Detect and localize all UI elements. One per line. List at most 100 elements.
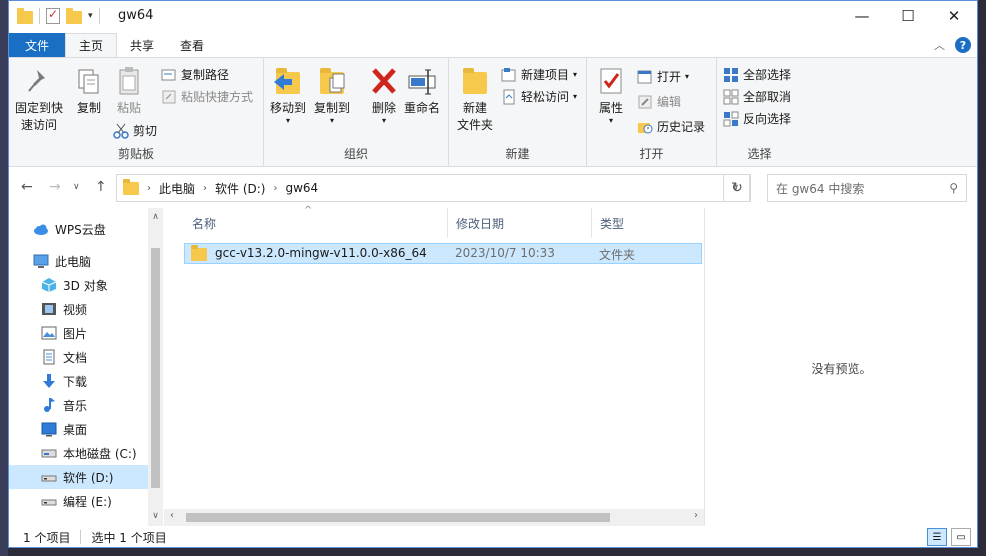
folder-icon: [123, 178, 139, 195]
window-title: gw64: [118, 8, 154, 23]
breadcrumb-this-pc[interactable]: 此电脑: [159, 180, 195, 197]
folder-icon: [191, 245, 207, 261]
invert-selection-button[interactable]: 反向选择: [723, 110, 791, 127]
maximize-button[interactable]: ☐: [885, 1, 931, 31]
scroll-left-icon[interactable]: ‹: [170, 510, 174, 521]
tab-file[interactable]: 文件: [9, 33, 65, 57]
nav-item-3d-objects[interactable]: 3D 对象: [9, 273, 148, 297]
easy-access-button[interactable]: 轻松访问 ▾: [501, 88, 577, 105]
hscrollbar-thumb[interactable]: [186, 513, 610, 522]
scroll-right-icon[interactable]: ›: [694, 510, 698, 521]
new-group: 新建 文件夹 新建项目 ▾ 轻松访问 ▾ 新建: [449, 58, 587, 166]
properties-icon[interactable]: [46, 7, 60, 24]
history-button[interactable]: 历史记录: [637, 118, 705, 135]
nav-item-this-pc[interactable]: 此电脑: [9, 249, 148, 273]
paste-label: 粘贴: [116, 101, 141, 115]
nav-label: 视频: [63, 302, 88, 317]
nav-item-videos[interactable]: 视频: [9, 297, 148, 321]
new-folder-icon[interactable]: [66, 7, 82, 24]
divider: [80, 530, 82, 544]
refresh-button[interactable]: ↻: [723, 174, 751, 202]
nav-label: WPS云盘: [55, 222, 106, 237]
select-none-button[interactable]: 全部取消: [723, 88, 791, 105]
breadcrumb-gw64[interactable]: gw64: [285, 181, 318, 195]
rename-label: 重命名: [404, 101, 441, 115]
desktop-icon: [41, 421, 57, 437]
edit-icon: [637, 94, 653, 110]
pin-quick-access-button[interactable]: 固定到快 速访问: [15, 64, 63, 134]
paste-shortcut-button[interactable]: 粘贴快捷方式: [161, 88, 253, 105]
download-icon: [41, 373, 57, 389]
back-icon[interactable]: ←: [21, 179, 33, 195]
file-list: ^ 名称 修改日期 类型 gcc-v13.2.0-mingw-v11.0.0-x…: [164, 205, 704, 526]
column-header-name[interactable]: 名称: [184, 208, 448, 238]
nav-scrollbar[interactable]: ∧ ∨: [148, 208, 163, 526]
pin-label-line2: 速访问: [21, 118, 58, 132]
copy-button[interactable]: 复制: [73, 64, 105, 117]
clipboard-group: 固定到快 速访问 复制 粘贴 复制路径 粘贴快捷方式 剪切 剪贴板: [9, 58, 264, 166]
nav-label: 编程 (E:): [63, 494, 112, 509]
window-controls: — ☐ ✕: [839, 1, 977, 31]
select-all-icon: [723, 67, 739, 83]
customize-toolbar-icon[interactable]: ▾: [88, 11, 93, 21]
file-list-hscrollbar[interactable]: ‹ ›: [164, 509, 704, 526]
breadcrumb-separator[interactable]: ›: [203, 183, 207, 194]
title-bar: ▾ gw64 — ☐ ✕: [9, 1, 977, 33]
nav-item-downloads[interactable]: 下载: [9, 369, 148, 393]
search-input[interactable]: 在 gw64 中搜索 ⚲: [767, 174, 967, 202]
properties-button[interactable]: 属性 ▾: [595, 64, 627, 125]
copy-path-button[interactable]: 复制路径: [161, 66, 229, 83]
nav-item-documents[interactable]: 文档: [9, 345, 148, 369]
up-icon[interactable]: ↑: [95, 179, 107, 195]
new-group-label: 新建: [505, 147, 530, 161]
nav-item-music[interactable]: 音乐: [9, 393, 148, 417]
move-to-label: 移动到: [270, 101, 307, 115]
paste-button[interactable]: 粘贴: [113, 64, 145, 117]
cut-button[interactable]: 剪切: [113, 122, 157, 139]
nav-item-drive-e[interactable]: 编程 (E:): [9, 489, 148, 513]
picture-icon: [41, 325, 57, 341]
new-item-button[interactable]: 新建项目 ▾: [501, 66, 577, 83]
forward-icon[interactable]: →: [49, 179, 61, 195]
refresh-icon: ↻: [731, 180, 743, 196]
table-row[interactable]: gcc-v13.2.0-mingw-v11.0.0-x86_64 2023/10…: [184, 243, 702, 264]
copy-icon: [73, 64, 105, 98]
tab-share[interactable]: 共享: [117, 33, 167, 57]
large-icons-view-icon[interactable]: ▭: [951, 528, 971, 546]
nav-scrollbar-thumb[interactable]: [151, 248, 160, 488]
move-to-button[interactable]: 移动到 ▾: [270, 64, 306, 125]
nav-item-drive-d[interactable]: 软件 (D:): [9, 465, 148, 489]
nav-item-drive-c[interactable]: 本地磁盘 (C:): [9, 441, 148, 465]
rename-icon: [406, 64, 438, 98]
copy-to-button[interactable]: 复制到 ▾: [314, 64, 350, 125]
scroll-down-icon[interactable]: ∨: [148, 511, 163, 521]
nav-item-wps-cloud[interactable]: WPS云盘: [9, 217, 148, 241]
nav-label: 下载: [63, 374, 88, 389]
delete-button[interactable]: 删除 ▾: [368, 64, 400, 125]
copy-path-label: 复制路径: [181, 68, 230, 82]
recent-locations-icon[interactable]: ∨: [73, 182, 80, 192]
address-bar[interactable]: › 此电脑 › 软件 (D:) › gw64 ∨: [116, 174, 750, 202]
nav-label: 文档: [63, 350, 88, 365]
scroll-up-icon[interactable]: ∧: [148, 212, 163, 222]
column-header-type[interactable]: 类型: [592, 208, 704, 238]
breadcrumb-drive-d[interactable]: 软件 (D:): [215, 180, 265, 197]
collapse-ribbon-icon[interactable]: ︿: [934, 37, 945, 53]
rename-button[interactable]: 重命名: [404, 64, 440, 117]
tab-home[interactable]: 主页: [65, 33, 118, 57]
new-folder-button[interactable]: 新建 文件夹: [457, 64, 493, 134]
tab-view[interactable]: 查看: [167, 33, 217, 57]
status-bar: 1 个项目 选中 1 个项目 ☰ ▭: [9, 526, 977, 547]
close-button[interactable]: ✕: [931, 1, 977, 31]
select-all-button[interactable]: 全部选择: [723, 66, 791, 83]
nav-item-desktop[interactable]: 桌面: [9, 417, 148, 441]
breadcrumb-separator[interactable]: ›: [273, 183, 277, 194]
column-header-date[interactable]: 修改日期: [448, 208, 592, 238]
edit-button[interactable]: 编辑: [637, 93, 681, 110]
nav-item-pictures[interactable]: 图片: [9, 321, 148, 345]
minimize-button[interactable]: —: [839, 1, 885, 31]
help-icon[interactable]: ?: [955, 37, 971, 53]
open-button[interactable]: 打开 ▾: [637, 68, 689, 85]
new-item-label: 新建项目: [521, 68, 570, 82]
details-view-icon[interactable]: ☰: [927, 528, 947, 546]
